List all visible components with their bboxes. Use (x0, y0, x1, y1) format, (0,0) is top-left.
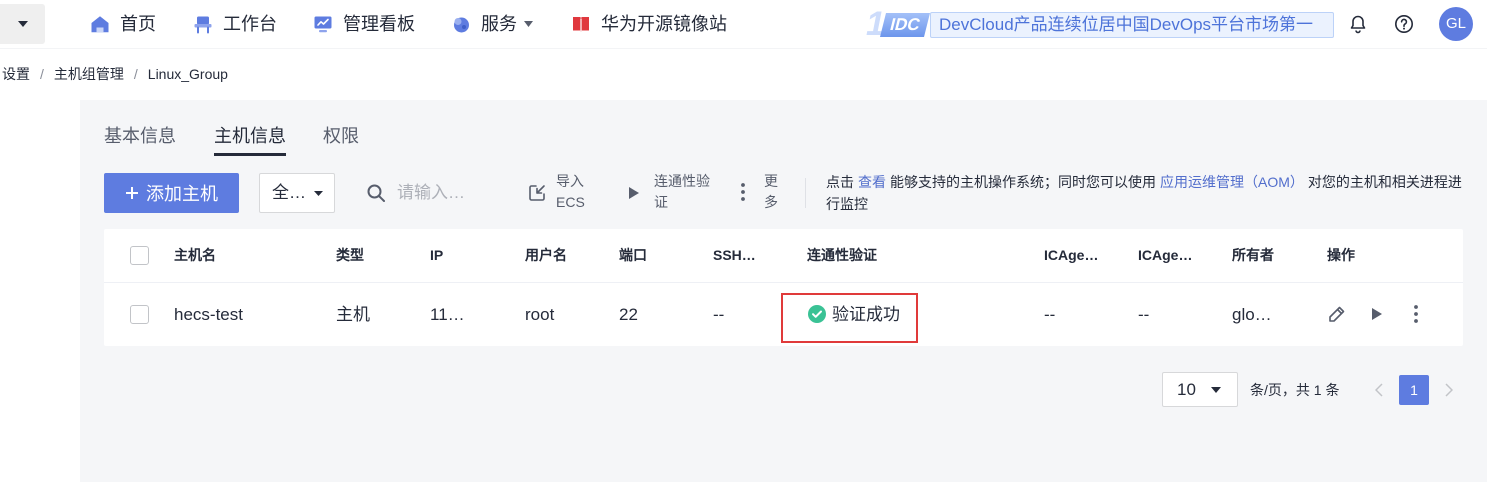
table-row: hecs-test 主机 11… root 22 -- 验证成功 -- -- g… (104, 283, 1463, 346)
column-header-icagent-2: ICAge… (1138, 247, 1193, 263)
nav-item-services[interactable]: 服务 (451, 12, 533, 36)
row-checkbox[interactable] (130, 305, 149, 324)
cell-icagent-1: -- (1044, 305, 1056, 324)
plus-icon (125, 186, 139, 200)
column-header-username: 用户名 (525, 247, 567, 263)
mirror-site-icon (571, 14, 591, 34)
toolbar-hint: 点击 查看 能够支持的主机操作系统；同时您可以使用 应用运维管理（AOM） 对您的主机和… (826, 171, 1466, 215)
column-header-connectivity: 连通性验证 (807, 247, 877, 263)
host-table: 主机名 类型 IP 用户名 端口 SSH… 连通性验证 ICAge… ICAge… (104, 229, 1463, 346)
edit-icon[interactable] (1327, 304, 1347, 324)
column-header-type: 类型 (336, 247, 364, 263)
verify-connectivity-button[interactable]: 连通性验 证 (628, 171, 720, 215)
promo-banner[interactable]: 1 IDC DevCloud产品连续位居中国DevOps平台市场第一 (866, 5, 1334, 43)
breadcrumb-separator: / (133, 66, 138, 82)
top-nav-bar: 首页 工作台 管理看板 服务 华为开源镜像站 1 IDC DevCloud产品连… (0, 0, 1487, 49)
more-actions-label: 更 多 (764, 171, 778, 213)
nav-item-label: 服务 (481, 14, 517, 34)
cell-type: 主机 (336, 305, 370, 324)
nav-item-label: 华为开源镜像站 (601, 14, 727, 34)
home-icon (90, 14, 110, 34)
select-all-checkbox[interactable] (130, 246, 149, 265)
view-supported-os-link[interactable]: 查看 (858, 174, 886, 190)
column-header-ip: IP (430, 247, 444, 263)
caret-down-icon (314, 191, 323, 196)
label-line: 连通性验 (654, 173, 710, 189)
more-vertical-icon (740, 182, 746, 202)
service-icon (451, 14, 471, 34)
chevron-down-icon (524, 21, 533, 27)
breadcrumb-separator: / (40, 66, 44, 82)
add-host-label: 添加主机 (146, 184, 218, 204)
tab-host-info[interactable]: 主机信息 (214, 122, 286, 156)
workbench-icon (193, 14, 213, 34)
side-panel (0, 100, 80, 482)
caret-down-icon (1211, 387, 1221, 393)
table-header: 主机名 类型 IP 用户名 端口 SSH… 连通性验证 ICAge… ICAge… (104, 229, 1463, 283)
menu-toggle-button[interactable] (0, 4, 45, 44)
cell-host-name: hecs-test (174, 305, 243, 324)
search-input[interactable] (360, 173, 500, 213)
column-header-ssh: SSH… (713, 247, 756, 263)
chevron-left-icon[interactable] (1375, 383, 1383, 397)
more-actions-button[interactable]: 更 多 (740, 171, 782, 215)
column-header-host-name: 主机名 (174, 247, 216, 263)
label-line: 证 (654, 194, 668, 210)
hint-text: 能够支持的主机操作系统；同时您可以使用 (890, 174, 1156, 190)
toolbar-divider (805, 178, 806, 208)
import-ecs-label: 导入 ECS (556, 171, 585, 213)
tab-permissions[interactable]: 权限 (323, 122, 359, 150)
breadcrumb-item-settings[interactable]: 设置 (2, 64, 30, 84)
nav-item-label: 管理看板 (343, 14, 415, 34)
breadcrumb-item-host-groups[interactable]: 主机组管理 (54, 64, 124, 84)
cell-owner: glo… (1232, 305, 1272, 324)
nav-item-home[interactable]: 首页 (90, 12, 156, 36)
hint-text: 点击 (826, 174, 854, 190)
filter-value: 全… (272, 183, 306, 202)
nav-item-mirror-site[interactable]: 华为开源镜像站 (571, 12, 727, 36)
chevron-right-icon[interactable] (1445, 383, 1453, 397)
label-line: 多 (764, 194, 778, 210)
play-icon[interactable] (1371, 307, 1383, 321)
aom-link[interactable]: 应用运维管理（AOM） (1160, 174, 1304, 190)
cell-ip: 11… (430, 305, 465, 324)
column-header-icagent-1: ICAge… (1044, 247, 1099, 263)
label-line: 更 (764, 173, 778, 189)
page-button-current[interactable]: 1 (1399, 375, 1429, 405)
page-size-value: 10 (1177, 380, 1196, 399)
help-icon[interactable] (1394, 14, 1414, 34)
tab-basic-info[interactable]: 基本信息 (104, 122, 176, 150)
label-line: ECS (556, 194, 585, 210)
nav-item-label: 工作台 (223, 14, 277, 34)
nav-item-label: 首页 (120, 14, 156, 34)
cell-username: root (525, 305, 555, 324)
column-header-port: 端口 (619, 247, 647, 263)
import-icon (527, 183, 547, 203)
breadcrumb-item-current: Linux_Group (147, 66, 228, 82)
import-ecs-button[interactable]: 导入 ECS (527, 171, 591, 215)
nav-item-workbench[interactable]: 工作台 (193, 12, 277, 36)
page-size-select[interactable]: 10 (1162, 372, 1238, 407)
nav-item-dashboard[interactable]: 管理看板 (313, 12, 415, 36)
play-icon (628, 186, 640, 200)
caret-down-icon (17, 21, 28, 27)
breadcrumb: 设置 / 主机组管理 / Linux_Group (2, 62, 228, 86)
host-filter-select[interactable]: 全… (259, 173, 335, 213)
banner-text: DevCloud产品连续位居中国DevOps平台市场第一 (930, 12, 1334, 38)
more-vertical-icon[interactable] (1413, 304, 1419, 324)
cell-port: 22 (619, 305, 638, 324)
label-line: 导入 (556, 173, 584, 189)
column-header-owner: 所有者 (1232, 247, 1274, 263)
column-header-actions: 操作 (1327, 247, 1355, 263)
bell-icon[interactable] (1348, 14, 1368, 34)
add-host-button[interactable]: 添加主机 (104, 173, 239, 213)
avatar[interactable]: GL (1439, 7, 1473, 41)
highlight-box (781, 293, 918, 343)
verify-connectivity-label: 连通性验 证 (654, 171, 710, 213)
pagination-summary: 条/页，共 1 条 (1250, 382, 1340, 398)
dashboard-icon (313, 14, 333, 34)
banner-brand-logo: IDC (880, 13, 930, 37)
cell-icagent-2: -- (1138, 305, 1150, 324)
search-box (360, 173, 500, 213)
